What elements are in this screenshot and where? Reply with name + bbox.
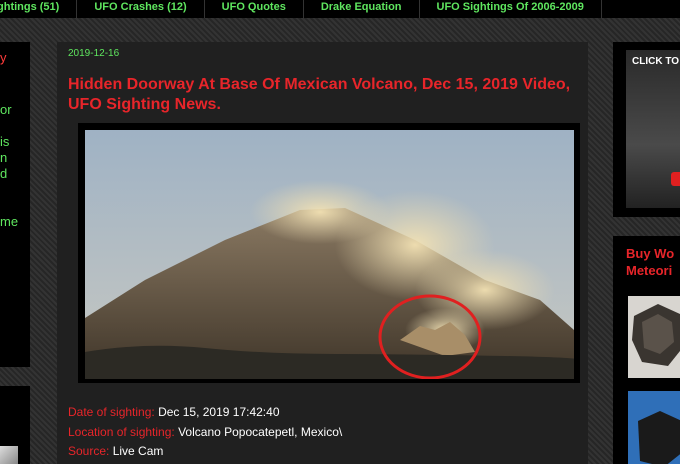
sighting-source-label: Source: (68, 444, 110, 458)
nav-link-ufo-quotes[interactable]: UFO Quotes (205, 0, 304, 18)
meteorite-graphic (628, 391, 680, 464)
ad-title-line-2: Meteori (626, 263, 673, 278)
left-sidebar-text: me (0, 214, 19, 229)
video-frame[interactable] (78, 123, 580, 383)
ad-title[interactable]: Buy Wo Meteori (626, 245, 674, 279)
ad-red-button[interactable] (671, 172, 680, 186)
post-title[interactable]: Hidden Doorway At Base Of Mexican Volcan… (68, 75, 573, 115)
sidebar-ad-banner[interactable]: CLICK TO S (613, 42, 680, 217)
sighting-location-value: Volcano Popocatepetl, Mexico\ (178, 425, 343, 439)
left-sidebar-text: is (0, 134, 10, 149)
thumbnail-image[interactable] (0, 446, 18, 464)
left-sidebar-text: d (0, 166, 8, 181)
meteorite-graphic (628, 296, 680, 378)
volcano-photo (85, 130, 574, 379)
meteorite-image[interactable] (628, 296, 680, 378)
left-sidebar-text: y (0, 50, 7, 65)
meteorite-image[interactable] (628, 391, 680, 464)
volcano-photo-graphic (85, 130, 574, 379)
post-date: 2019-12-16 (68, 48, 120, 59)
nav-link-ufo-sightings-2006-2009[interactable]: UFO Sightings Of 2006-2009 (420, 0, 602, 18)
nav-link-ufo-crashes[interactable]: UFO Crashes (12) (77, 0, 205, 18)
sighting-location-label: Location of sighting: (68, 425, 175, 439)
left-sidebar-panel: y or is n d me (0, 42, 30, 367)
left-sidebar-text: n (0, 150, 8, 165)
sidebar-meteorite-ad[interactable]: Buy Wo Meteori (613, 236, 680, 464)
left-sidebar-panel-lower (0, 386, 30, 464)
nav-link-sightings[interactable]: ghtings (51) (0, 0, 78, 18)
left-sidebar-text: or (0, 102, 12, 117)
top-nav: ghtings (51) UFO Crashes (12) UFO Quotes… (0, 0, 680, 18)
sighting-source-row: Source: Live Cam (68, 444, 163, 458)
post-container: 2019-12-16 Hidden Doorway At Base Of Mex… (57, 42, 588, 464)
nav-link-drake-equation[interactable]: Drake Equation (304, 0, 420, 18)
sighting-date-label: Date of sighting: (68, 405, 155, 419)
sighting-date-row: Date of sighting: Dec 15, 2019 17:42:40 (68, 405, 280, 419)
sighting-date-value: Dec 15, 2019 17:42:40 (158, 405, 280, 419)
sighting-location-row: Location of sighting: Volcano Popocatepe… (68, 425, 342, 439)
sighting-source-value: Live Cam (112, 444, 164, 458)
ad-title-line-1: Buy Wo (626, 246, 675, 261)
ad-cta-text: CLICK TO S (632, 56, 680, 67)
